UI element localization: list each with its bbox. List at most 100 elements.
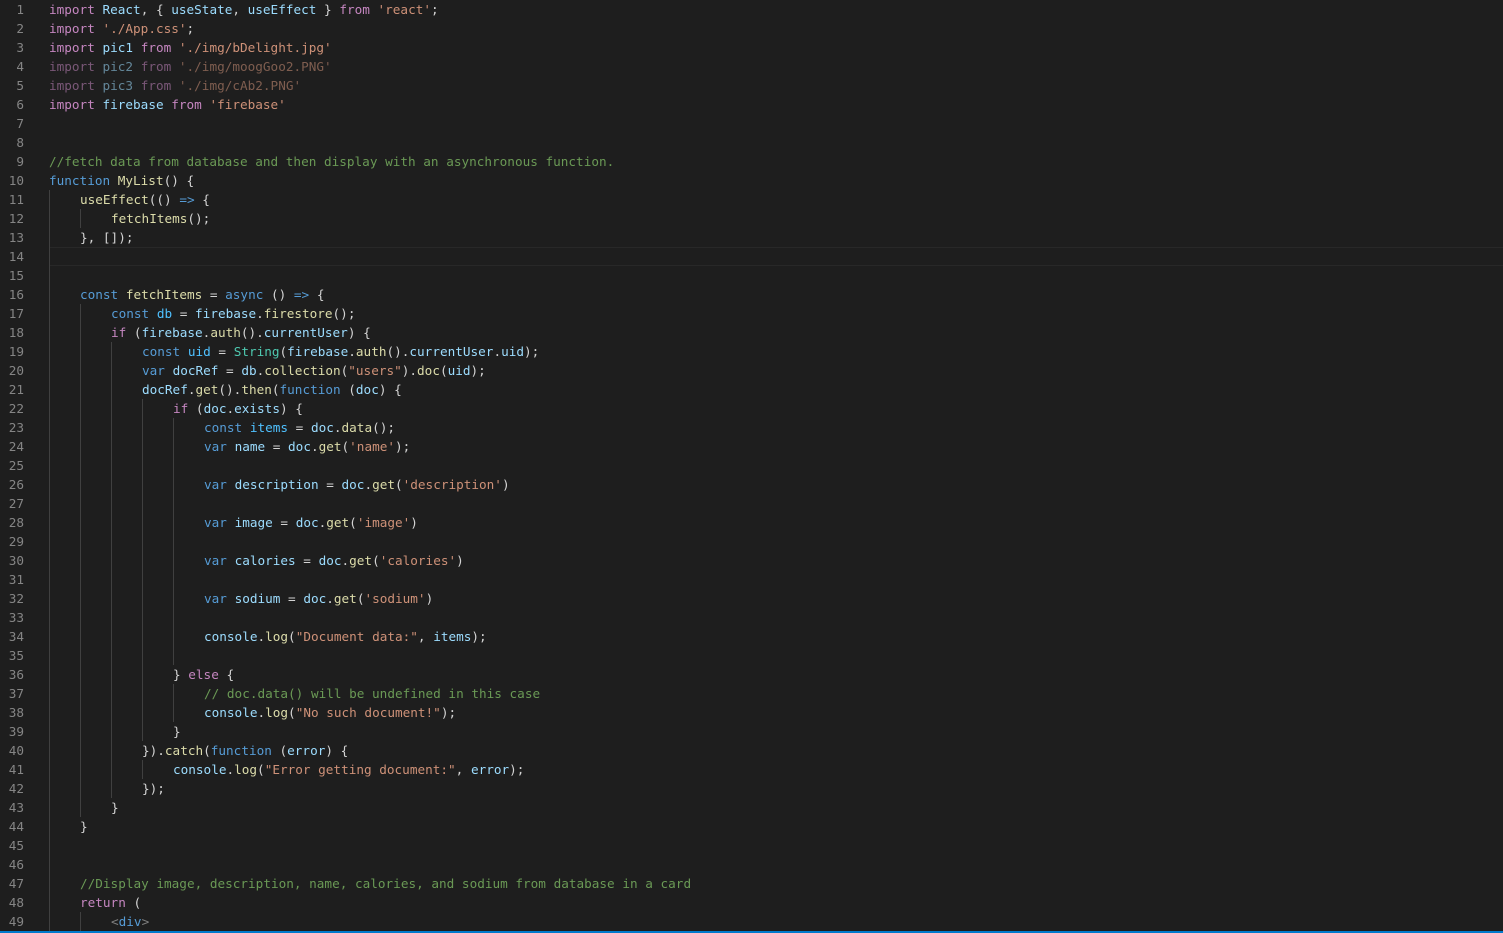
code-token: import: [49, 97, 95, 112]
indent-guide: [49, 228, 50, 247]
code-line[interactable]: // doc.data() will be undefined in this …: [49, 684, 1503, 703]
code-token: ().: [386, 344, 410, 359]
code-token: exists: [234, 401, 280, 416]
indent-guide: [173, 418, 174, 437]
code-line[interactable]: function MyList() {: [49, 171, 1503, 190]
code-line[interactable]: var name = doc.get('name');: [49, 437, 1503, 456]
code-line[interactable]: }).catch(function (error) {: [49, 741, 1503, 760]
code-text: const db = firebase.firestore();: [111, 306, 355, 321]
code-line[interactable]: [49, 836, 1503, 855]
code-token: (: [257, 762, 265, 777]
code-line[interactable]: var description = doc.get('description'): [49, 475, 1503, 494]
code-line[interactable]: } else {: [49, 665, 1503, 684]
indent-guide: [49, 532, 50, 551]
code-token: 'firebase': [209, 97, 286, 112]
code-line[interactable]: [49, 266, 1503, 285]
code-token: var: [204, 515, 227, 530]
line-number: 7: [16, 116, 24, 131]
code-token: from: [140, 78, 172, 93]
line-number: 36: [8, 667, 24, 682]
code-line[interactable]: //Display image, description, name, calo…: [49, 874, 1503, 893]
code-line[interactable]: var docRef = db.collection("users").doc(…: [49, 361, 1503, 380]
code-area[interactable]: import React, { useState, useEffect } fr…: [49, 0, 1503, 931]
code-line[interactable]: useEffect(() => {: [49, 190, 1503, 209]
code-line[interactable]: [49, 247, 1503, 266]
code-line[interactable]: });: [49, 779, 1503, 798]
line-number: 1: [16, 2, 24, 17]
code-line[interactable]: [49, 570, 1503, 589]
code-line[interactable]: import firebase from 'firebase': [49, 95, 1503, 114]
code-token: './img/cAb2.PNG': [178, 78, 302, 93]
code-line[interactable]: [49, 855, 1503, 874]
code-line[interactable]: return (: [49, 893, 1503, 912]
code-line[interactable]: }: [49, 722, 1503, 741]
code-line[interactable]: fetchItems();: [49, 209, 1503, 228]
code-line[interactable]: import pic2 from './img/moogGoo2.PNG': [49, 57, 1503, 76]
code-line[interactable]: [49, 646, 1503, 665]
code-line[interactable]: var calories = doc.get('calories'): [49, 551, 1503, 570]
indent-guide: [80, 475, 81, 494]
code-line[interactable]: const db = firebase.firestore();: [49, 304, 1503, 323]
code-line[interactable]: [49, 133, 1503, 152]
code-line[interactable]: [49, 456, 1503, 475]
code-token: currentUser: [409, 344, 494, 359]
code-line[interactable]: const fetchItems = async () => {: [49, 285, 1503, 304]
code-line[interactable]: [49, 114, 1503, 133]
code-line[interactable]: }: [49, 817, 1503, 836]
code-editor[interactable]: 1 2 3 4 5 6 7 8 9 10 11 12 13 14 15 16 17 18 19 20 21 22 23 24 2…: [0, 0, 1503, 933]
code-token: ).: [401, 363, 418, 378]
code-line[interactable]: import pic1 from './img/bDelight.jpg': [49, 38, 1503, 57]
code-line[interactable]: }, []);: [49, 228, 1503, 247]
indent-guide: [111, 760, 112, 779]
indent-guide: [142, 722, 143, 741]
code-line[interactable]: const items = doc.data();: [49, 418, 1503, 437]
code-line[interactable]: console.log("Error getting document:", e…: [49, 760, 1503, 779]
code-line[interactable]: //fetch data from database and then disp…: [49, 152, 1503, 171]
code-token: doc: [417, 363, 440, 378]
code-text: return (: [80, 895, 141, 910]
indent-guide: [49, 513, 50, 532]
code-token: ): [501, 477, 510, 492]
code-token: console: [204, 629, 258, 644]
code-line[interactable]: [49, 608, 1503, 627]
code-token: get: [349, 553, 373, 568]
indent-guide: [142, 456, 143, 475]
code-line[interactable]: var image = doc.get('image'): [49, 513, 1503, 532]
indent-guide: [80, 513, 81, 532]
code-line[interactable]: import pic3 from './img/cAb2.PNG': [49, 76, 1503, 95]
code-token: var: [204, 553, 227, 568]
indent-guide: [49, 285, 50, 304]
code-token: db: [156, 306, 173, 321]
code-line[interactable]: [49, 494, 1503, 513]
indent-guide: [142, 608, 143, 627]
code-line[interactable]: import React, { useState, useEffect } fr…: [49, 0, 1503, 19]
indent-guide: [49, 380, 50, 399]
indent-guide: [49, 760, 50, 779]
code-token: "Error getting document:": [264, 762, 456, 777]
line-number: 38: [8, 705, 24, 720]
indent-guide: [49, 551, 50, 570]
code-token: //fetch data from database and then disp…: [49, 154, 615, 169]
code-line[interactable]: if (doc.exists) {: [49, 399, 1503, 418]
line-number: 40: [8, 743, 24, 758]
code-line[interactable]: <div>: [49, 912, 1503, 931]
code-line[interactable]: const uid = String(firebase.auth().curre…: [49, 342, 1503, 361]
code-line[interactable]: console.log("Document data:", items);: [49, 627, 1503, 646]
code-token: ): [456, 553, 464, 568]
code-line[interactable]: [49, 532, 1503, 551]
code-line[interactable]: if (firebase.auth().currentUser) {: [49, 323, 1503, 342]
code-line[interactable]: }: [49, 798, 1503, 817]
code-line[interactable]: import './App.css';: [49, 19, 1503, 38]
code-token: doc: [303, 591, 327, 606]
code-token: );: [509, 762, 525, 777]
code-line[interactable]: console.log("No such document!");: [49, 703, 1503, 722]
indent-guide: [173, 570, 174, 589]
code-token: import: [49, 59, 95, 74]
line-number: 16: [8, 287, 24, 302]
code-token: const: [111, 306, 150, 321]
code-line[interactable]: docRef.get().then(function (doc) {: [49, 380, 1503, 399]
code-token: pic2: [102, 59, 134, 74]
code-line[interactable]: var sodium = doc.get('sodium'): [49, 589, 1503, 608]
indent-guide: [80, 760, 81, 779]
